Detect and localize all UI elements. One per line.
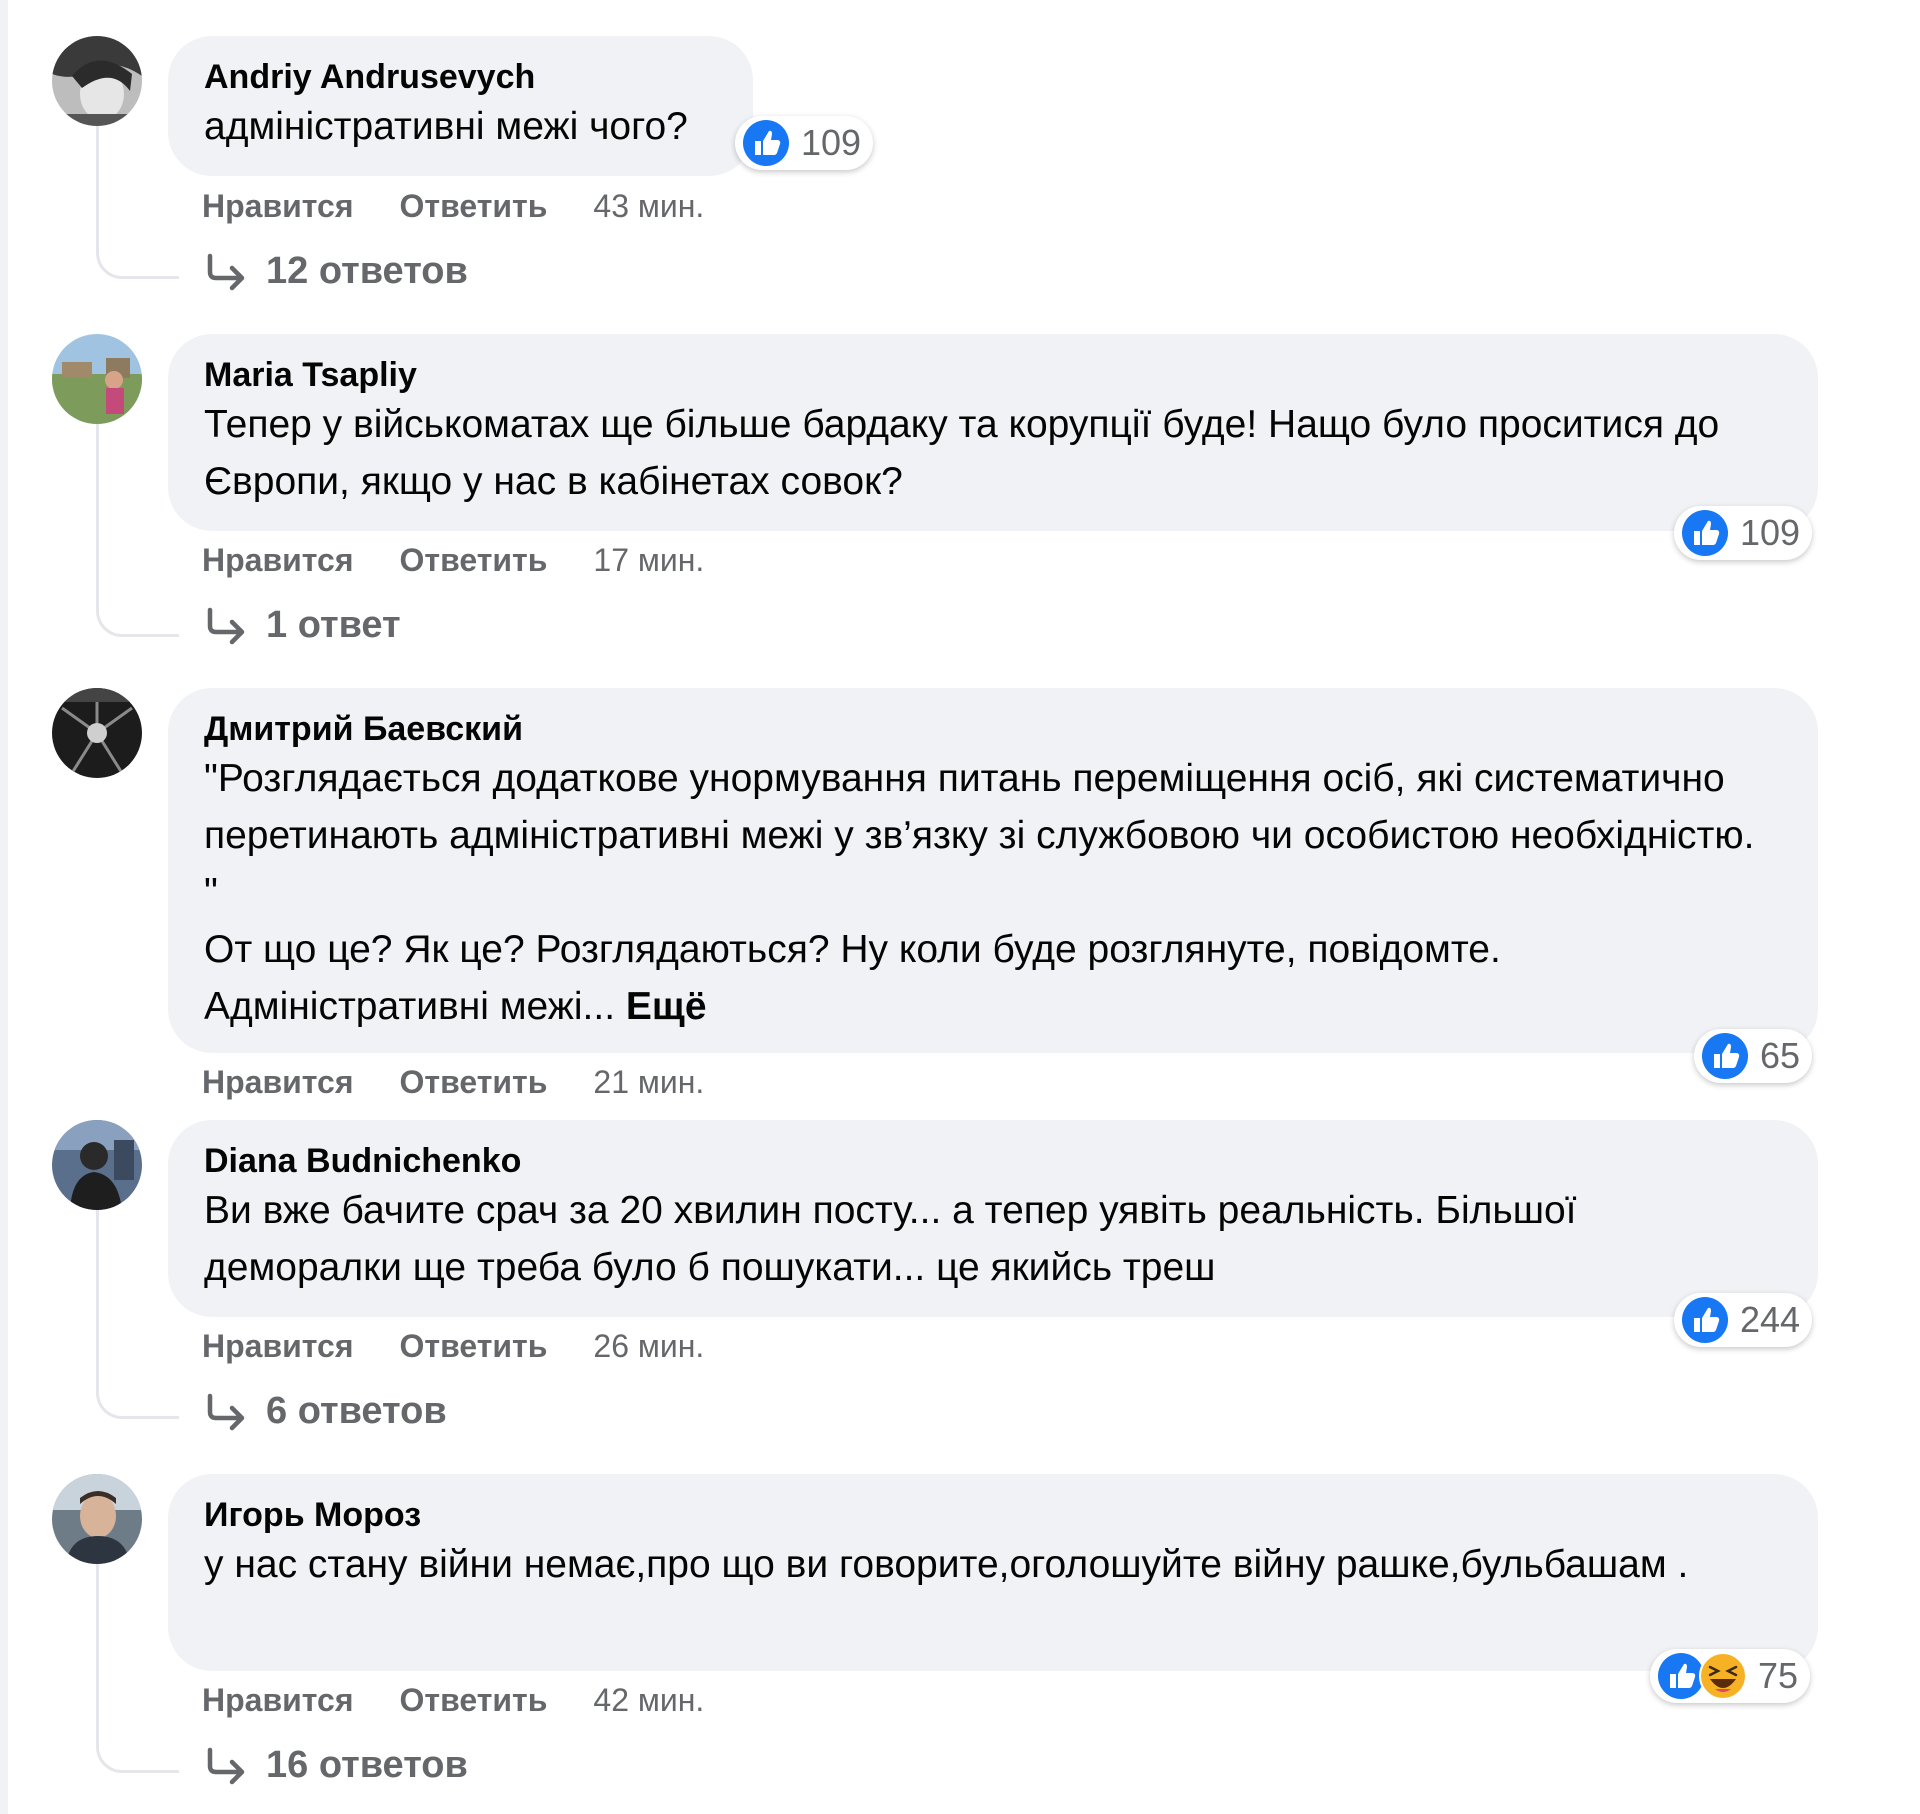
reply-arrow-icon [204,1746,248,1786]
reaction-count: 109 [801,122,862,163]
reply-arrow-icon [204,252,248,292]
haha-icon [1698,1651,1748,1701]
replies-count: 12 ответов [266,250,468,292]
reaction-summary[interactable]: 109 [735,116,874,170]
view-replies-link[interactable]: 1 ответ [204,604,401,647]
reaction-count: 75 [1758,1655,1799,1696]
comment-text-line: Ви вже бачите срач за 20 хвилин посту...… [204,1189,1577,1289]
comment-text-line: "Розглядається додаткове унормування пит… [204,757,1755,914]
avatar[interactable] [52,334,142,424]
reply-arrow-icon [204,1392,248,1432]
comment-actions: Нравится Ответить 21 мин. [202,1062,704,1102]
comment-author[interactable]: Andriy Andrusevych [204,56,717,98]
avatar-photo [52,688,142,778]
reaction-summary[interactable]: 244 [1674,1293,1813,1347]
reply-button[interactable]: Ответить [400,540,548,580]
replies-count: 6 ответов [266,1390,447,1432]
like-icon [1700,1031,1750,1081]
reaction-count: 109 [1740,512,1801,553]
replies-count: 16 ответов [266,1744,468,1786]
comment-bubble: Дмитрий Баевский "Розглядається додатков… [168,688,1818,1053]
avatar[interactable] [52,1474,142,1564]
comments-thread: Andriy Andrusevych адміністративні межі … [0,0,1920,1814]
reply-button[interactable]: Ответить [400,1326,548,1366]
replies-count: 1 ответ [266,604,401,646]
see-more-link[interactable]: Ещё [626,985,707,1028]
avatar-photo [52,1474,142,1564]
avatar-photo [52,1120,142,1210]
comment-actions: Нравится Ответить 43 мин. [202,186,704,226]
view-replies-link[interactable]: 12 ответов [204,250,468,293]
comment-time[interactable]: 26 мин. [593,1326,704,1366]
comment-text: Тепер у військоматах ще більше бардаку т… [204,396,1784,510]
like-button[interactable]: Нравится [202,1062,354,1102]
like-icon [1680,1295,1730,1345]
avatar-photo [52,36,142,126]
thread-line [96,424,179,637]
comment-text-line: у нас стану війни немає,про що ви говори… [204,1543,1689,1586]
like-button[interactable]: Нравится [202,1326,354,1366]
reply-button[interactable]: Ответить [400,1062,548,1102]
avatar[interactable] [52,688,142,778]
reaction-summary[interactable]: 75 [1650,1649,1811,1703]
reaction-count: 244 [1740,1299,1801,1340]
avatar[interactable] [52,1120,142,1210]
comment-bubble: Игорь Мороз у нас стану війни немає,про … [168,1474,1818,1671]
comment-text-line: адміністративні межі чого? [204,105,688,148]
comment-author[interactable]: Diana Budnichenko [204,1140,1782,1182]
like-icon [741,118,791,168]
comment-text: Ви вже бачите срач за 20 хвилин посту...… [204,1182,1704,1296]
comment-text-line: Тепер у військоматах ще більше бардаку т… [204,403,1720,503]
comment-time[interactable]: 17 мин. [593,540,704,580]
comment-time[interactable]: 21 мин. [593,1062,704,1102]
comment-author[interactable]: Maria Tsapliy [204,354,1782,396]
reaction-summary[interactable]: 65 [1694,1029,1813,1083]
reply-button[interactable]: Ответить [400,1680,548,1720]
like-button[interactable]: Нравится [202,1680,354,1720]
view-replies-link[interactable]: 16 ответов [204,1744,468,1787]
like-button[interactable]: Нравится [202,186,354,226]
reaction-summary[interactable]: 109 [1674,506,1813,560]
comment-text: Адміністративні межі... Ещё [204,978,1782,1035]
comment-author[interactable]: Игорь Мороз [204,1494,1782,1536]
avatar-photo [52,334,142,424]
comment-bubble: Diana Budnichenko Ви вже бачите срач за … [168,1120,1818,1317]
comment-actions: Нравится Ответить 26 мин. [202,1326,704,1366]
comment-author[interactable]: Дмитрий Баевский [204,708,1782,750]
comment-text-line: От що це? Як це? Розглядаються? Ну коли … [204,928,1501,971]
comment-bubble: Andriy Andrusevych адміністративні межі … [168,36,753,176]
comment-text: у нас стану війни немає,про що ви говори… [204,1536,1794,1593]
comment-text: адміністративні межі чого? [204,98,717,155]
thread-line [96,126,179,279]
like-icon [1680,508,1730,558]
comment-bubble: Maria Tsapliy Тепер у військоматах ще бі… [168,334,1818,531]
avatar[interactable] [52,36,142,126]
comment-text: От що це? Як це? Розглядаються? Ну коли … [204,921,1782,978]
reaction-count: 65 [1760,1035,1801,1076]
comment-time[interactable]: 43 мин. [593,186,704,226]
view-replies-link[interactable]: 6 ответов [204,1390,447,1433]
comment-actions: Нравится Ответить 17 мин. [202,540,704,580]
like-button[interactable]: Нравится [202,540,354,580]
comment-time[interactable]: 42 мин. [593,1680,704,1720]
comment-text-line: Адміністративні межі... [204,985,616,1028]
thread-line [96,1564,179,1773]
thread-line [96,1210,179,1419]
comment-text: "Розглядається додаткове унормування пит… [204,750,1764,921]
reply-arrow-icon [204,606,248,646]
comment-actions: Нравится Ответить 42 мин. [202,1680,704,1720]
reply-button[interactable]: Ответить [400,186,548,226]
